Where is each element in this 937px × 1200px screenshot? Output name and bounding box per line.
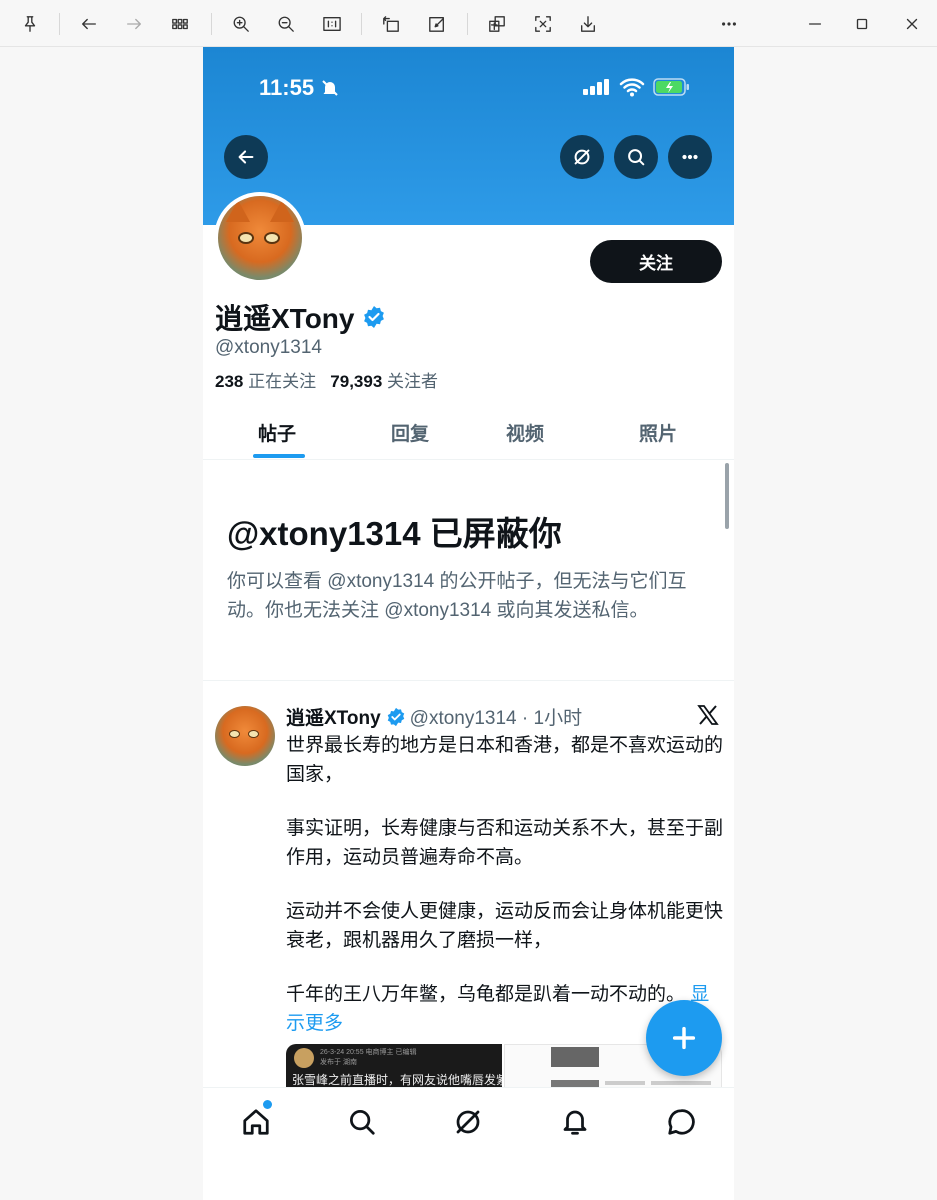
more-options-button[interactable] <box>668 135 712 179</box>
wifi-icon <box>619 78 645 97</box>
download-icon[interactable] <box>573 9 603 39</box>
phone-screen: 11:55 关注 逍遥XTony @xtony1314 238 正在关注 79,… <box>203 47 734 1200</box>
profile-avatar[interactable] <box>214 192 306 284</box>
follow-button[interactable]: 关注 <box>590 240 722 283</box>
search-button[interactable] <box>614 135 658 179</box>
profile-name: 逍遥XTony <box>215 297 386 337</box>
minimize-icon[interactable] <box>800 9 830 39</box>
zoom-out-icon[interactable] <box>271 9 301 39</box>
following-count[interactable]: 238 <box>215 372 243 391</box>
toolbar-divider <box>211 13 212 35</box>
more-icon <box>682 154 698 160</box>
grok-icon <box>456 1110 480 1134</box>
post-paragraph: 运动并不会使人更健康，运动反而会让身体机能更快衰老，跟机器用久了磨损一样， <box>286 901 724 951</box>
post-meta: @xtony1314 · 1小时 <box>409 708 583 729</box>
messages-icon <box>668 1109 695 1135</box>
following-label[interactable]: 正在关注 <box>248 372 316 391</box>
post-paragraph: 世界最长寿的地方是日本和香港，都是不喜欢运动的国家， <box>286 735 724 785</box>
back-icon[interactable] <box>74 9 104 39</box>
back-button[interactable] <box>224 135 268 179</box>
post-body[interactable]: 世界最长寿的地方是日本和香港，都是不喜欢运动的国家， 事实证明，长寿健康与否和运… <box>286 731 726 1038</box>
plus-icon <box>672 1026 696 1050</box>
tab-posts[interactable]: 帖子 <box>258 419 296 446</box>
media-meta-line: 26-3-24 20:55 电商博主 已编辑 <box>320 1049 417 1056</box>
tab-videos[interactable]: 视频 <box>506 419 544 446</box>
post-avatar[interactable] <box>215 706 275 766</box>
verified-badge-icon <box>364 306 385 328</box>
close-icon[interactable] <box>897 9 927 39</box>
toolbar-divider <box>59 13 60 35</box>
followers-label[interactable]: 关注者 <box>387 372 438 391</box>
nav-messages[interactable] <box>661 1102 701 1142</box>
blocked-message: 你可以查看 @xtony1314 的公开帖子，但无法与它们互动。你也无法关注 @… <box>227 571 687 621</box>
scrollbar[interactable] <box>725 463 729 529</box>
post-paragraph: 事实证明，长寿健康与否和运动关系不大，甚至于副作用，运动员普遍寿命不高。 <box>286 818 724 868</box>
viewer-toolbar <box>0 0 937 47</box>
avatar <box>294 1048 314 1068</box>
toolbar-divider <box>467 13 468 35</box>
followers-count[interactable]: 79,393 <box>330 372 382 391</box>
more-icon[interactable] <box>714 9 744 39</box>
profile-tabs: 帖子 回复 视频 照片 <box>203 403 734 460</box>
ocr-icon[interactable] <box>528 9 558 39</box>
active-tab-indicator <box>253 454 305 458</box>
nav-search[interactable] <box>342 1102 382 1142</box>
follow-counts: 238 正在关注 79,393 关注者 <box>215 367 438 392</box>
signal-icon <box>583 79 609 95</box>
grid-icon[interactable] <box>165 9 195 39</box>
tab-photos[interactable]: 照片 <box>639 419 677 446</box>
zoom-in-icon[interactable] <box>226 9 256 39</box>
media-caption: 张雪峰之前直播时，有网友说他嘴唇发紫 <box>292 1073 502 1087</box>
tab-replies[interactable]: 回复 <box>391 419 429 446</box>
search-icon <box>350 1110 375 1135</box>
bottom-nav <box>203 1087 734 1200</box>
arrow-left-icon <box>238 150 254 164</box>
divider <box>203 680 734 681</box>
post-author[interactable]: 逍遥XTony <box>286 703 381 730</box>
rotate-icon[interactable] <box>376 9 406 39</box>
profile-handle: @xtony1314 <box>215 337 322 358</box>
maximize-icon[interactable] <box>847 9 877 39</box>
home-notification-dot <box>263 1100 272 1109</box>
toolbar-divider <box>361 13 362 35</box>
nav-notifications[interactable] <box>555 1102 595 1142</box>
post-header: 逍遥XTony @xtony1314 · 1小时 <box>286 703 582 730</box>
notifications-icon <box>563 1110 587 1135</box>
actual-size-icon[interactable] <box>317 9 347 39</box>
compose-button[interactable] <box>646 1000 722 1076</box>
home-icon <box>243 1109 269 1135</box>
blocked-title: @xtony1314 已屏蔽你 <box>227 515 562 552</box>
nav-grok[interactable] <box>448 1102 488 1142</box>
verified-badge-icon <box>387 707 404 726</box>
bell-off-icon <box>322 80 338 96</box>
search-icon <box>628 149 645 166</box>
x-logo-icon <box>697 705 719 725</box>
forward-icon[interactable] <box>119 9 149 39</box>
battery-charging-icon <box>653 78 689 96</box>
display-name: 逍遥XTony <box>215 303 355 334</box>
media-meta-line: 发布于 湖南 <box>320 1059 357 1066</box>
status-time: 11:55 <box>259 75 315 100</box>
pin-icon[interactable] <box>15 9 45 39</box>
edit-icon[interactable] <box>422 9 452 39</box>
grok-button[interactable] <box>560 135 604 179</box>
post-last-text: 千年的王八万年鳖，乌龟都是趴着一动不动的。 <box>286 984 686 1005</box>
grok-icon <box>574 149 590 165</box>
translate-icon[interactable] <box>482 9 512 39</box>
